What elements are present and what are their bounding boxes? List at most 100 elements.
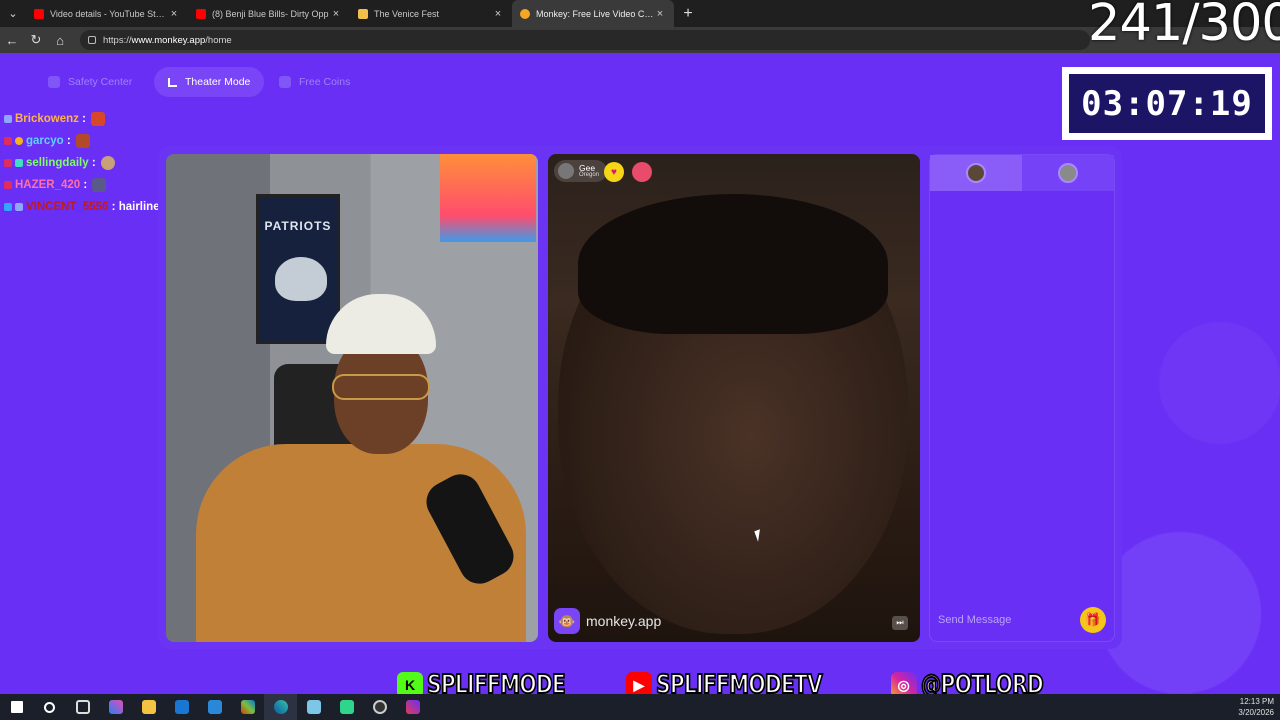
peer-info-pill[interactable]: Gee Oregon <box>554 160 608 182</box>
tab-local-user[interactable] <box>930 155 1022 191</box>
sub-badge-icon <box>15 203 23 211</box>
heart-icon[interactable]: ♥ <box>604 162 624 182</box>
chat-username: Brickowenz <box>15 113 79 125</box>
send-message-input[interactable]: Send Message 🎁 <box>930 599 1114 641</box>
sub-badge-icon <box>4 115 12 123</box>
safety-center-button[interactable]: Safety Center <box>34 67 146 97</box>
free-coins-label: Free Coins <box>299 76 351 88</box>
chat-line: Brickowenz : <box>4 108 244 130</box>
gift-icon[interactable]: 🎁 <box>1080 607 1106 633</box>
url-path: /home <box>205 34 232 46</box>
gift-badge-icon <box>4 181 12 189</box>
tab-title: Monkey: Free Live Video Chat <box>536 8 654 19</box>
start-windows-icon[interactable] <box>0 694 33 720</box>
browser-tab[interactable]: The Venice Fest × <box>350 0 512 27</box>
m365-icon[interactable] <box>231 694 264 720</box>
tab-title: Video details - YouTube Studio <box>50 8 168 19</box>
goal-counter: 241/300 <box>1088 0 1280 53</box>
free-coins-button[interactable]: Free Coins <box>265 67 364 97</box>
emote-icon <box>92 178 107 192</box>
emote-icon <box>90 112 105 126</box>
new-tab-plus-icon[interactable]: + <box>674 5 702 23</box>
tab-title: (8) Benji Blue Bills- Dirty Opp <box>212 8 329 19</box>
chat-colon: : <box>63 135 71 147</box>
palm-tree-painting <box>440 154 536 242</box>
poster-text: PATRIOTS <box>264 219 332 233</box>
gift-badge-icon <box>4 137 12 145</box>
app-icon[interactable] <box>396 694 429 720</box>
chat-username: HAZER_420 <box>15 179 81 191</box>
coins-icon <box>279 76 291 88</box>
url-host: www.monkey.app <box>131 34 206 46</box>
obs-icon[interactable] <box>363 694 396 720</box>
browser-tab-active[interactable]: Monkey: Free Live Video Chat × <box>512 0 674 27</box>
bits-badge-icon <box>15 137 23 145</box>
site-info-icon[interactable] <box>88 36 96 44</box>
watermark-text: monkey.app <box>586 613 662 629</box>
chat-colon: : <box>88 157 96 169</box>
avatar <box>966 163 986 183</box>
peer-hair <box>578 194 888 334</box>
emote-icon <box>75 134 90 148</box>
side-panel-tabs <box>930 155 1114 191</box>
safety-center-label: Safety Center <box>68 76 133 88</box>
avatar <box>1058 163 1078 183</box>
theater-mode-label: Theater Mode <box>185 76 251 88</box>
tab-menu-chevron-icon[interactable]: ⌄ <box>0 0 26 27</box>
close-icon[interactable]: × <box>330 8 342 20</box>
tab-title: The Venice Fest <box>374 8 440 19</box>
close-icon[interactable]: × <box>654 8 666 20</box>
gift-badge-icon <box>4 159 12 167</box>
task-view-icon[interactable] <box>66 694 99 720</box>
monkey-watermark: 🐵 monkey.app <box>554 608 661 634</box>
theater-mode-button[interactable]: Theater Mode <box>154 67 265 97</box>
youtube-icon <box>196 8 206 19</box>
peer-badge-icon[interactable] <box>632 162 652 182</box>
clock-date: 3/20/2026 <box>1238 708 1274 717</box>
clock-time: 12:13 PM <box>1239 697 1274 706</box>
outlook-icon[interactable] <box>165 694 198 720</box>
skip-icon[interactable]: ⏭ <box>892 616 908 630</box>
sub-badge-icon <box>15 159 23 167</box>
shield-icon <box>48 76 60 88</box>
chat-colon: : <box>80 179 88 191</box>
local-video: PATRIOTS <box>166 154 538 642</box>
copilot-icon[interactable] <box>99 694 132 720</box>
send-message-placeholder: Send Message <box>938 614 1012 626</box>
tab-remote-user[interactable] <box>1022 155 1114 191</box>
close-icon[interactable]: × <box>492 8 504 20</box>
monkey-logo-icon: 🐵 <box>554 608 580 634</box>
chat-username: sellingdaily <box>26 157 89 169</box>
cap <box>326 294 436 354</box>
diamond-badge-icon <box>4 203 12 211</box>
close-icon[interactable]: × <box>168 8 180 20</box>
remote-video: Gee Oregon ♥ 🐵 monkey.app ⏭ <box>548 154 920 642</box>
streamer-person <box>196 294 526 642</box>
edge-browser-icon[interactable] <box>264 694 297 720</box>
chat-colon: : <box>78 113 86 125</box>
chat-username: garcyo <box>26 135 64 147</box>
refresh-icon[interactable]: ↻ <box>24 32 48 48</box>
back-arrow-icon[interactable]: ← <box>0 33 24 48</box>
search-icon[interactable] <box>33 694 66 720</box>
chat-colon: : <box>108 201 119 213</box>
file-explorer-icon[interactable] <box>132 694 165 720</box>
system-clock[interactable]: 12:13 PM 3/20/2026 <box>1238 696 1274 718</box>
media-app-icon[interactable] <box>330 694 363 720</box>
side-chat-panel: Send Message 🎁 <box>929 154 1115 642</box>
peer-avatar <box>558 163 574 179</box>
youtube-studio-icon <box>34 8 44 19</box>
browser-tab[interactable]: (8) Benji Blue Bills- Dirty Opp × <box>188 0 350 27</box>
url-field[interactable]: https://www.monkey.app/home <box>80 30 1090 50</box>
home-icon[interactable]: ⌂ <box>48 33 72 48</box>
glasses <box>332 374 430 400</box>
store-icon[interactable] <box>198 694 231 720</box>
url-prefix: https:// <box>103 34 132 46</box>
monkey-icon <box>520 8 530 19</box>
notepad-icon[interactable] <box>297 694 330 720</box>
peer-name: Gee <box>579 163 596 173</box>
emote-icon <box>100 156 115 170</box>
timer-value: 03:07:19 <box>1069 74 1265 133</box>
browser-tab[interactable]: Video details - YouTube Studio × <box>26 0 188 27</box>
peer-location: Oregon <box>579 172 600 178</box>
